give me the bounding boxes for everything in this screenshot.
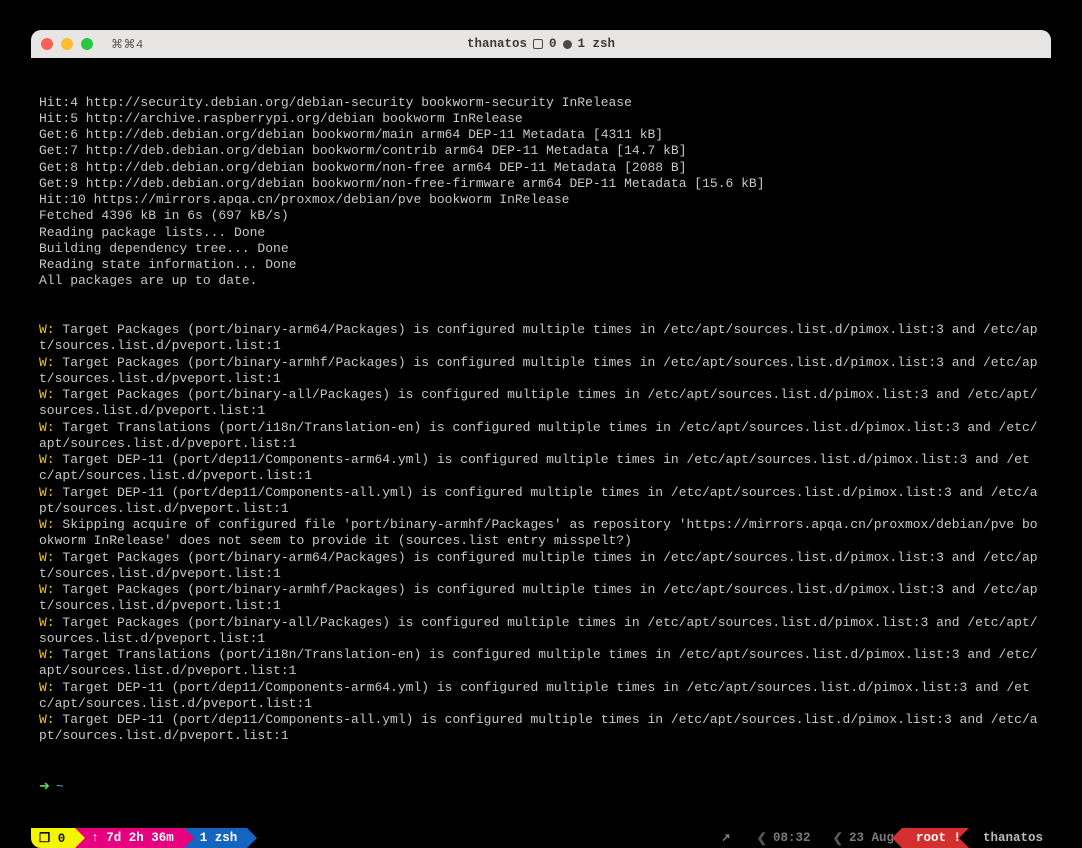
- prompt-cwd: ~: [56, 779, 64, 795]
- warning-line: W: Target Packages (port/binary-all/Pack…: [39, 387, 1043, 420]
- status-net-icon: ↗: [707, 828, 742, 848]
- warning-line: W: Target Packages (port/binary-armhf/Pa…: [39, 582, 1043, 615]
- warning-line: W: Target Translations (port/i18n/Transl…: [39, 420, 1043, 453]
- output-plain: Hit:4 http://security.debian.org/debian-…: [39, 95, 1043, 290]
- warning-line: W: Skipping acquire of configured file '…: [39, 517, 1043, 550]
- minimize-icon[interactable]: [61, 38, 73, 50]
- warning-line: W: Target Packages (port/binary-arm64/Pa…: [39, 322, 1043, 355]
- warn-prefix: W:: [39, 615, 62, 630]
- warn-prefix: W:: [39, 550, 62, 565]
- zoom-icon[interactable]: [81, 38, 93, 50]
- tab-indicator-icon: [533, 39, 543, 49]
- status-session-label: ❐ 0: [39, 830, 65, 846]
- warning-line: W: Target DEP-11 (port/dep11/Components-…: [39, 452, 1043, 485]
- status-uptime: ↑ 7d 2h 36m: [75, 828, 184, 848]
- warn-prefix: W:: [39, 647, 62, 662]
- warning-line: W: Target Packages (port/binary-all/Pack…: [39, 615, 1043, 648]
- status-window-label: 1 zsh: [200, 831, 238, 845]
- status-session[interactable]: ❐ 0: [31, 828, 75, 848]
- warning-line: W: Target DEP-11 (port/dep11/Components-…: [39, 485, 1043, 518]
- warn-prefix: W:: [39, 322, 62, 337]
- status-host: thanatos: [969, 828, 1051, 848]
- statusbar: ❐ 0 ↑ 7d 2h 36m 1 zsh ↗ ❮08:32 ❮23 Aug r…: [31, 828, 1051, 848]
- prompt-arrow-icon: ➜: [39, 779, 50, 795]
- active-dot-icon: [563, 40, 572, 49]
- warn-prefix: W:: [39, 582, 62, 597]
- warning-line: W: Target Packages (port/binary-armhf/Pa…: [39, 355, 1043, 388]
- warn-prefix: W:: [39, 387, 62, 402]
- titlebar-hint: ⌘⌘4: [111, 37, 144, 52]
- titlebar[interactable]: ⌘⌘4 thanatos 0 1 zsh: [31, 30, 1051, 58]
- warn-prefix: W:: [39, 712, 62, 727]
- output-warnings: W: Target Packages (port/binary-arm64/Pa…: [39, 322, 1043, 745]
- terminal-body[interactable]: Hit:4 http://security.debian.org/debian-…: [31, 58, 1051, 828]
- output-line: Get:9 http://deb.debian.org/debian bookw…: [39, 176, 1043, 192]
- warn-prefix: W:: [39, 485, 62, 500]
- output-line: Get:6 http://deb.debian.org/debian bookw…: [39, 127, 1043, 143]
- warning-line: W: Target DEP-11 (port/dep11/Components-…: [39, 712, 1043, 745]
- warn-prefix: W:: [39, 420, 62, 435]
- output-line: Get:7 http://deb.debian.org/debian bookw…: [39, 143, 1043, 159]
- output-line: Hit:10 https://mirrors.apqa.cn/proxmox/d…: [39, 192, 1043, 208]
- output-line: Fetched 4396 kB in 6s (697 kB/s): [39, 208, 1043, 224]
- output-line: Reading state information... Done: [39, 257, 1043, 273]
- warn-prefix: W:: [39, 517, 62, 532]
- title-tab-left: 0: [549, 37, 557, 51]
- traffic-lights: [41, 38, 93, 50]
- output-line: Reading package lists... Done: [39, 225, 1043, 241]
- warn-prefix: W:: [39, 680, 62, 695]
- warning-line: W: Target DEP-11 (port/dep11/Components-…: [39, 680, 1043, 713]
- window-title: thanatos 0 1 zsh: [467, 37, 615, 51]
- warning-line: W: Target Packages (port/binary-arm64/Pa…: [39, 550, 1043, 583]
- warning-line: W: Target Translations (port/i18n/Transl…: [39, 647, 1043, 680]
- status-time: ❮08:32: [742, 828, 818, 848]
- close-icon[interactable]: [41, 38, 53, 50]
- output-line: Building dependency tree... Done: [39, 241, 1043, 257]
- statusbar-right: ↗ ❮08:32 ❮23 Aug root ! thanatos: [707, 828, 1051, 848]
- output-line: Get:8 http://deb.debian.org/debian bookw…: [39, 160, 1043, 176]
- output-line: Hit:5 http://archive.raspberrypi.org/deb…: [39, 111, 1043, 127]
- statusbar-spacer: [247, 828, 707, 848]
- output-line: Hit:4 http://security.debian.org/debian-…: [39, 95, 1043, 111]
- title-host: thanatos: [467, 37, 527, 51]
- status-uptime-label: ↑ 7d 2h 36m: [91, 831, 174, 845]
- warn-prefix: W:: [39, 355, 62, 370]
- terminal-window: ⌘⌘4 thanatos 0 1 zsh Hit:4 http://securi…: [31, 30, 1051, 848]
- title-tab-right: 1 zsh: [578, 37, 616, 51]
- status-date: ❮23 Aug: [818, 828, 902, 848]
- warn-prefix: W:: [39, 452, 62, 467]
- output-line: All packages are up to date.: [39, 273, 1043, 289]
